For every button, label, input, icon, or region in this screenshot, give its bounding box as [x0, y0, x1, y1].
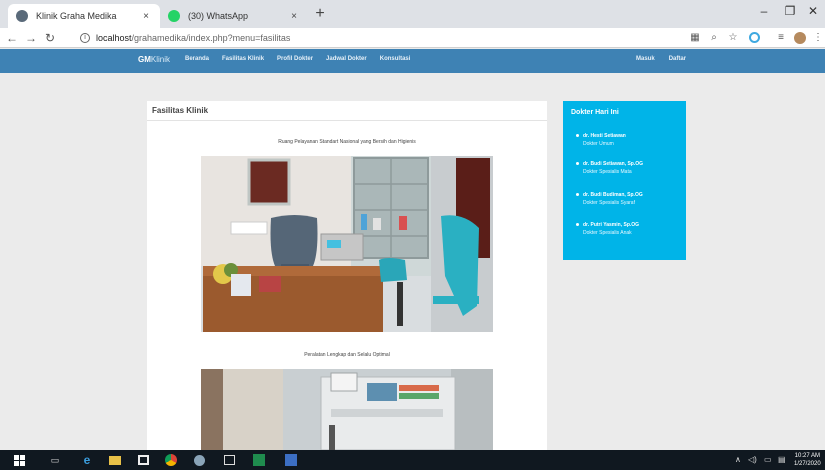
reload-icon[interactable]: ↻: [42, 30, 58, 46]
menu-dots-icon[interactable]: ⋮: [811, 31, 825, 45]
nav-beranda[interactable]: Beranda: [185, 56, 209, 62]
close-tab-icon[interactable]: ×: [140, 11, 152, 22]
app-icon[interactable]: [192, 453, 206, 467]
taskbar-clock[interactable]: 10:27 AM 1/27/2020: [794, 452, 821, 468]
doctor-name: dr. Putri Yasmin, Sp.OG: [583, 222, 640, 228]
tab-klinik[interactable]: Klinik Graha Medika ×: [8, 4, 160, 28]
store-bag-icon[interactable]: [136, 453, 150, 467]
task-view-icon[interactable]: ▭: [48, 453, 62, 467]
tab-title: Klinik Graha Medika: [36, 11, 117, 21]
file-explorer-icon[interactable]: [108, 453, 122, 467]
excel-icon[interactable]: [252, 453, 266, 467]
bookmark-star-icon[interactable]: ☆: [726, 31, 740, 45]
address-bar[interactable]: i localhost/grahamedika/index.php?menu=f…: [80, 30, 660, 46]
nav-konsultasi[interactable]: Konsultasi: [380, 56, 411, 62]
translate-icon[interactable]: ▦: [688, 31, 702, 45]
doctor-name: dr. Budi Budiman, Sp.OG: [583, 192, 643, 198]
volume-icon[interactable]: ◁): [748, 455, 757, 464]
url-path: /grahamedika/index.php?menu=fasilitas: [131, 33, 291, 43]
extension-icon[interactable]: [748, 31, 762, 45]
profile-avatar-icon[interactable]: [793, 31, 807, 45]
edge-browser-icon[interactable]: e: [80, 453, 94, 467]
doctor-name: dr. Hesti Setiawan: [583, 133, 626, 139]
nav-profil-dokter[interactable]: Profil Dokter: [277, 56, 313, 62]
forward-arrow-icon[interactable]: →: [23, 30, 39, 46]
doctor-item[interactable]: dr. Putri Yasmin, Sp.OG Dokter Spesialis…: [575, 221, 640, 237]
reading-list-icon[interactable]: ≡: [774, 31, 788, 45]
card-heading: Fasilitas Klinik: [147, 101, 547, 121]
doctor-name: dr. Budi Setiawan, Sp.OG: [583, 161, 644, 167]
nav-auth-links: Masuk Daftar: [636, 56, 686, 62]
clock-date: 1/27/2020: [794, 461, 821, 467]
globe-icon: [16, 10, 28, 22]
facility-photo-room: [201, 156, 493, 332]
site-navbar: GMKlinik Beranda Fasilitas Klinik Profil…: [0, 49, 825, 73]
close-tab-icon[interactable]: ×: [288, 11, 300, 22]
facility-caption: Peralatan Lengkap dan Selalu Optimal: [304, 352, 390, 358]
chrome-icon[interactable]: [164, 453, 178, 467]
doctor-specialty: Dokter Spesialis Mata: [583, 169, 632, 175]
facility-photo-equipment: [201, 369, 493, 450]
app-icon[interactable]: [222, 453, 236, 467]
zoom-icon[interactable]: ⌕: [707, 31, 721, 45]
medical-equipment-image: [201, 369, 493, 450]
doctor-specialty: Dokter Umum: [583, 141, 614, 147]
close-window-button[interactable]: ✕: [801, 4, 825, 18]
panel-title: Dokter Hari Ini: [571, 109, 619, 116]
browser-toolbar: ← → ↻ i localhost/grahamedika/index.php?…: [0, 28, 825, 48]
nav-daftar[interactable]: Daftar: [669, 56, 686, 62]
tab-title: (30) WhatsApp: [188, 11, 249, 21]
doctor-specialty: Dokter Spesialis Syaraf: [583, 200, 635, 206]
nav-jadwal-dokter[interactable]: Jadwal Dokter: [326, 56, 367, 62]
site-brand[interactable]: GMKlinik: [138, 55, 170, 64]
tab-whatsapp[interactable]: (30) WhatsApp ×: [160, 4, 308, 28]
doctor-item[interactable]: dr. Budi Budiman, Sp.OG Dokter Spesialis…: [576, 191, 643, 207]
doctors-today-panel: Dokter Hari Ini dr. Hesti Setiawan Dokte…: [563, 101, 686, 260]
new-tab-button[interactable]: +: [312, 5, 328, 23]
brand-bold: GM: [138, 55, 151, 64]
tray-chevron-icon[interactable]: ∧: [735, 455, 741, 464]
clock-time: 10:27 AM: [794, 453, 821, 459]
info-icon[interactable]: i: [80, 33, 90, 43]
doctor-item[interactable]: dr. Hesti Setiawan Dokter Umum: [576, 132, 626, 148]
maximize-button[interactable]: ❐: [778, 4, 802, 18]
doctor-specialty: Dokter Spesialis Anak: [583, 230, 632, 236]
minimize-button[interactable]: –: [752, 4, 776, 18]
url-host: localhost: [96, 33, 132, 43]
browser-tab-strip: Klinik Graha Medika × (30) WhatsApp × + …: [0, 0, 825, 28]
nav-masuk[interactable]: Masuk: [636, 56, 655, 62]
network-icon[interactable]: ▭: [764, 455, 772, 464]
back-arrow-icon[interactable]: ←: [4, 30, 20, 46]
nav-links: Beranda Fasilitas Klinik Profil Dokter J…: [185, 56, 410, 62]
word-icon[interactable]: [284, 453, 298, 467]
nav-fasilitas-klinik[interactable]: Fasilitas Klinik: [222, 56, 264, 62]
windows-taskbar: ▭ e ∧ ◁) ▭ ▤ 10:27 AM 1/27/2020: [0, 450, 825, 470]
clinic-room-image: [201, 156, 493, 332]
facilities-card: Fasilitas Klinik Ruang Pelayanan Standar…: [147, 101, 547, 450]
doctor-item[interactable]: dr. Budi Setiawan, Sp.OG Dokter Spesiali…: [575, 160, 644, 176]
brand-light: Klinik: [150, 55, 171, 64]
whatsapp-icon: [168, 10, 180, 22]
notification-icon[interactable]: ▤: [778, 455, 786, 464]
windows-start-icon[interactable]: [12, 453, 26, 467]
facility-caption: Ruang Pelayanan Standart Nasional yang B…: [278, 139, 416, 145]
